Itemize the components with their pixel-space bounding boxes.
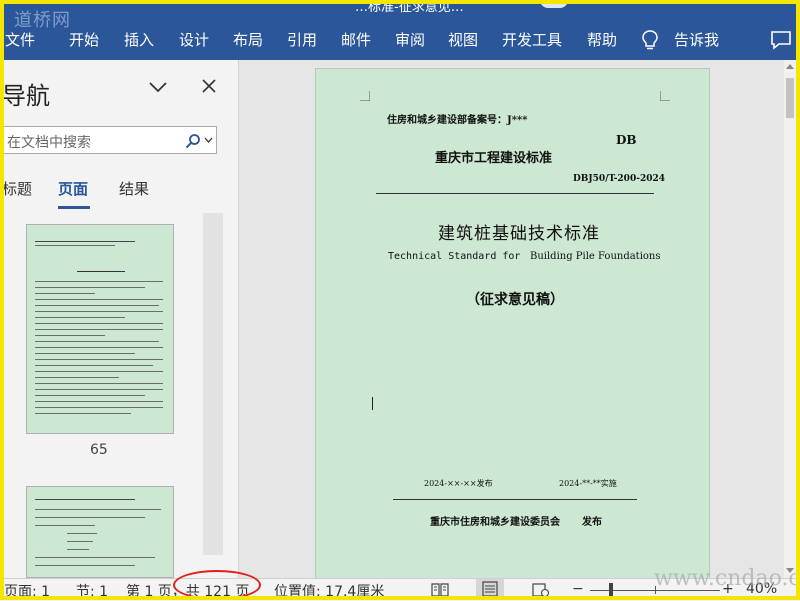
page-thumbnail[interactable] — [26, 224, 174, 434]
record-number: 住房和城乡建设部备案号：J*** — [387, 115, 528, 126]
print-layout-icon[interactable] — [476, 579, 504, 599]
nav-tab-pages[interactable]: 页面 — [58, 178, 88, 199]
nav-pane-scrollbar[interactable] — [203, 213, 223, 555]
zoom-slider-thumb[interactable] — [609, 583, 613, 597]
standard-series: 重庆市工程建设标准 — [435, 151, 553, 166]
tab-insert[interactable]: 插入 — [124, 29, 154, 50]
comment-icon[interactable] — [770, 30, 792, 50]
margin-corner-mark — [660, 91, 670, 101]
annotation-circle — [173, 570, 261, 600]
window-title: …标准-征求意见… — [355, 0, 464, 15]
publisher-name: 重庆市住房和城乡建设委员会 — [430, 517, 560, 528]
document-title-en-b: Building Pile Foundations — [530, 251, 661, 262]
document-title-en-a: Technical Standard for — [388, 251, 521, 262]
tell-me-search[interactable]: 告诉我 — [674, 29, 719, 50]
tab-review[interactable]: 审阅 — [395, 29, 425, 50]
page-thumbnail[interactable] — [26, 486, 174, 578]
watermark-logo: 道桥网 — [14, 10, 71, 31]
draft-label: （征求意见稿） — [466, 292, 564, 308]
margin-corner-mark — [360, 91, 370, 101]
tab-mailings[interactable]: 邮件 — [341, 29, 371, 50]
zoom-out-button[interactable]: − — [572, 581, 584, 597]
tab-view[interactable]: 视图 — [448, 29, 478, 50]
read-mode-icon[interactable] — [430, 582, 450, 598]
document-canvas[interactable]: 住房和城乡建设部备案号：J*** DB 重庆市工程建设标准 DBJ50/T-20… — [239, 60, 784, 578]
document-title-cn: 建筑桩基础技术标准 — [438, 224, 600, 244]
tab-home[interactable]: 开始 — [69, 29, 99, 50]
scrollbar-thumb[interactable] — [786, 78, 794, 118]
nav-tab-results[interactable]: 结果 — [119, 178, 149, 199]
tab-layout[interactable]: 布局 — [233, 29, 263, 50]
thumbnail-page-number: 65 — [90, 442, 108, 458]
title-bar: …标准-征求意见… — [0, 0, 800, 20]
db-mark: DB — [616, 133, 637, 147]
nav-pane-title: 导航 — [2, 82, 50, 110]
close-icon[interactable] — [201, 78, 217, 94]
text-cursor — [372, 397, 373, 410]
status-section[interactable]: 节: 1 — [76, 581, 108, 601]
active-tab-indicator — [58, 206, 90, 209]
publish-word: 发布 — [582, 517, 602, 528]
search-options-caret-icon[interactable] — [204, 137, 213, 143]
chevron-down-icon[interactable] — [148, 80, 168, 94]
navigation-pane: 导航 在文档中搜索 标题 页面 结果 65 — [0, 60, 239, 578]
vertical-scrollbar[interactable] — [784, 60, 796, 578]
publish-date: 2024-××-××发布 — [424, 479, 493, 488]
web-layout-icon[interactable] — [532, 582, 550, 598]
status-page[interactable]: 页面: 1 — [4, 581, 50, 601]
watermark-url: www.cndao.com — [654, 566, 800, 591]
implement-date: 2024-**-**实施 — [559, 479, 617, 488]
search-placeholder: 在文档中搜索 — [7, 135, 91, 151]
search-icon[interactable] — [185, 133, 201, 149]
tab-file[interactable]: 文件 — [5, 29, 35, 50]
footer-rule — [393, 499, 637, 500]
status-position[interactable]: 位置值: 17.4厘米 — [274, 581, 384, 601]
tab-help[interactable]: 帮助 — [587, 29, 617, 50]
tab-design[interactable]: 设计 — [179, 29, 209, 50]
scroll-up-arrow-icon[interactable] — [786, 64, 794, 69]
ribbon-tabs: 文件 开始 插入 设计 布局 引用 邮件 审阅 视图 开发工具 帮助 告诉我 — [0, 20, 800, 60]
search-input[interactable]: 在文档中搜索 — [0, 126, 217, 154]
nav-tab-headings[interactable]: 标题 — [2, 178, 32, 199]
standard-code: DBJ50/T-200-2024 — [573, 174, 665, 184]
tab-developer[interactable]: 开发工具 — [502, 29, 562, 50]
tab-references[interactable]: 引用 — [287, 29, 317, 50]
title-bar-control[interactable] — [540, 0, 568, 8]
lightbulb-icon[interactable] — [641, 29, 659, 51]
document-page[interactable]: 住房和城乡建设部备案号：J*** DB 重庆市工程建设标准 DBJ50/T-20… — [315, 68, 710, 578]
header-rule — [376, 193, 654, 194]
